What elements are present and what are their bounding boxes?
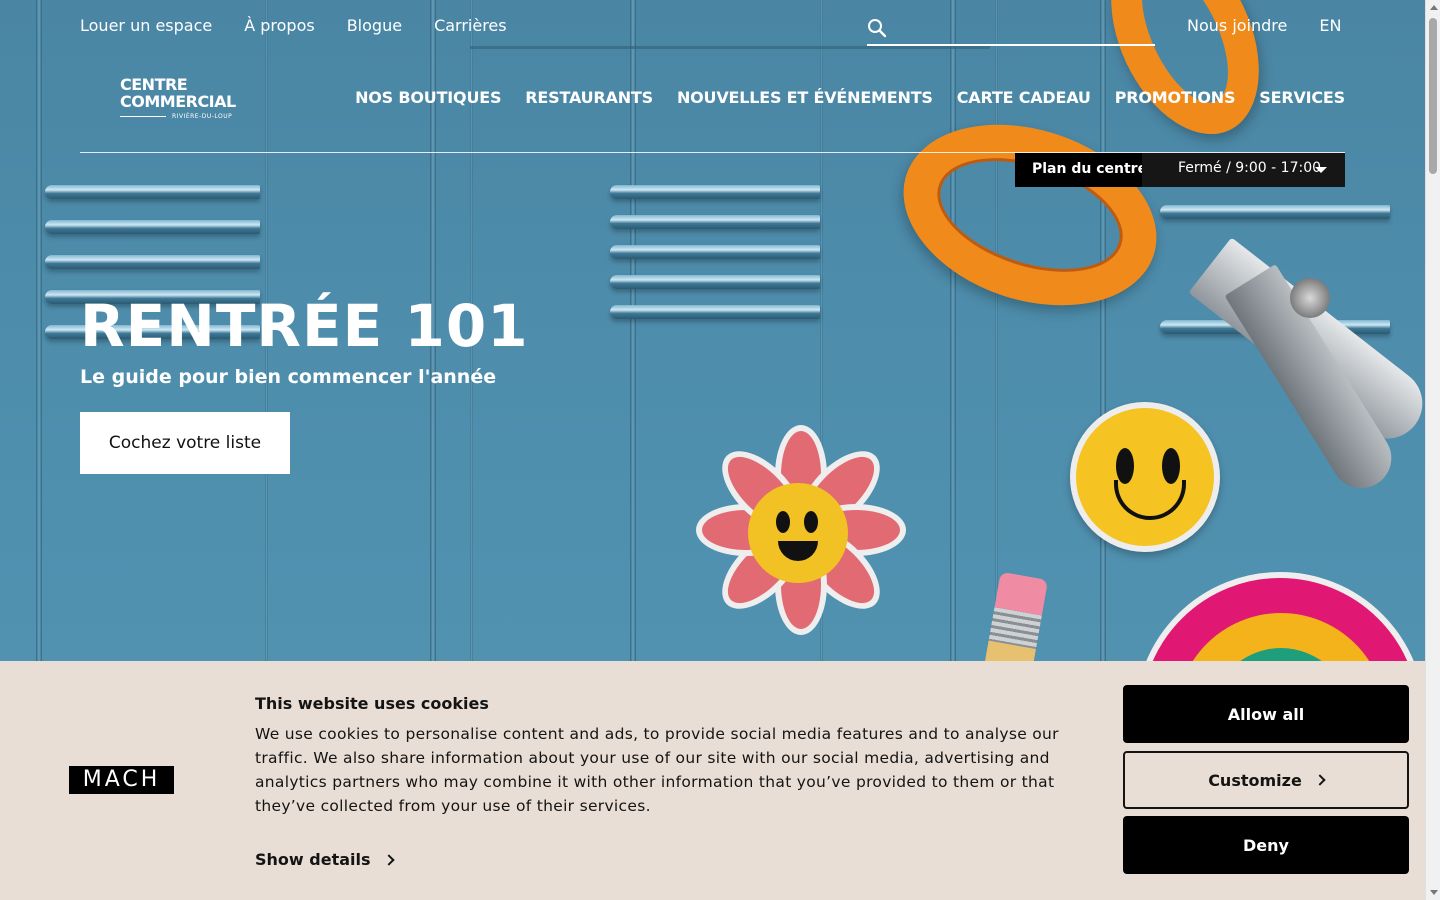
- scroll-thumb[interactable]: [1429, 18, 1437, 174]
- utility-link-carrieres[interactable]: Carrières: [434, 16, 507, 42]
- locker-vent: [45, 185, 260, 199]
- deny-button[interactable]: Deny: [1123, 816, 1409, 874]
- smiley-sticker: [1070, 402, 1220, 552]
- scroll-up-icon[interactable]: [1430, 5, 1438, 10]
- nav-services[interactable]: SERVICES: [1259, 88, 1345, 107]
- nav-restaurants[interactable]: RESTAURANTS: [525, 88, 653, 107]
- mach-logo: MACH: [69, 766, 174, 794]
- nav-nouvelles[interactable]: NOUVELLES ET ÉVÉNEMENTS: [677, 88, 933, 107]
- caret-down-icon: [1315, 167, 1327, 173]
- main-nav: NOS BOUTIQUES RESTAURANTS NOUVELLES ET É…: [355, 88, 1345, 107]
- search-icon[interactable]: [867, 18, 887, 38]
- scissor-pivot: [1290, 278, 1330, 318]
- language-toggle[interactable]: EN: [1319, 16, 1341, 35]
- cookie-text: We use cookies to personalise content an…: [255, 725, 1059, 815]
- page-scrollbar[interactable]: [1425, 0, 1440, 900]
- locker-vent: [45, 255, 260, 269]
- customize-label: Customize: [1208, 770, 1302, 790]
- nav-promotions[interactable]: PROMOTIONS: [1115, 88, 1236, 107]
- utility-nav: Louer un espace À propos Blogue Carrière…: [80, 16, 507, 42]
- logo-line-3: RIVIÈRE-DU-LOUP: [120, 113, 250, 120]
- utility-link-apropos[interactable]: À propos: [244, 16, 314, 42]
- hero-cta-button[interactable]: Cochez votre liste: [80, 412, 290, 474]
- site-logo[interactable]: CENTRE COMMERCIAL RIVIÈRE-DU-LOUP: [120, 76, 250, 120]
- utility-link-blogue[interactable]: Blogue: [347, 16, 402, 42]
- nav-carte-cadeau[interactable]: CARTE CADEAU: [957, 88, 1091, 107]
- logo-line-2: COMMERCIAL: [120, 92, 236, 111]
- scroll-down-icon[interactable]: [1430, 890, 1438, 895]
- contact-link[interactable]: Nous joindre: [1187, 16, 1287, 35]
- customize-button[interactable]: Customize: [1123, 751, 1409, 809]
- utility-right-nav: Nous joindre EN: [1187, 16, 1341, 35]
- show-details-link[interactable]: Show details: [255, 850, 395, 869]
- locker-vent: [610, 275, 820, 289]
- locker-vent: [610, 215, 820, 229]
- nav-boutiques[interactable]: NOS BOUTIQUES: [355, 88, 501, 107]
- locker-edge: [470, 46, 990, 49]
- logo-location: RIVIÈRE-DU-LOUP: [172, 113, 233, 120]
- utility-link-louer[interactable]: Louer un espace: [80, 16, 212, 42]
- logo-line-1: CENTRE: [120, 75, 188, 94]
- allow-all-button[interactable]: Allow all: [1123, 685, 1409, 743]
- locker-vent: [610, 185, 820, 199]
- locker-vent: [610, 305, 820, 319]
- cookie-title: This website uses cookies: [255, 694, 489, 713]
- locker-vent: [1160, 205, 1390, 219]
- search-input[interactable]: [895, 16, 1150, 42]
- cookie-banner: MACH This website uses cookies We use co…: [0, 661, 1425, 900]
- flower-sticker: [690, 425, 910, 635]
- plan-hours-bar: Plan du centre Fermé / 9:00 - 17:00: [1015, 153, 1345, 187]
- chevron-right-icon: [382, 853, 395, 866]
- hero-subtitle: Le guide pour bien commencer l'année: [80, 366, 497, 388]
- scissor-handle: [880, 93, 1180, 337]
- hours-dropdown[interactable]: Fermé / 9:00 - 17:00: [1142, 153, 1345, 187]
- locker-vent: [610, 245, 820, 259]
- chevron-right-icon: [1314, 774, 1326, 786]
- show-details-label: Show details: [255, 850, 371, 869]
- search-box: [867, 14, 1155, 46]
- hours-label: Fermé / 9:00 - 17:00: [1178, 160, 1322, 176]
- hero-title: RENTRÉE 101: [80, 292, 529, 360]
- locker-vent: [45, 220, 260, 234]
- plan-du-centre-button[interactable]: Plan du centre: [1015, 153, 1160, 187]
